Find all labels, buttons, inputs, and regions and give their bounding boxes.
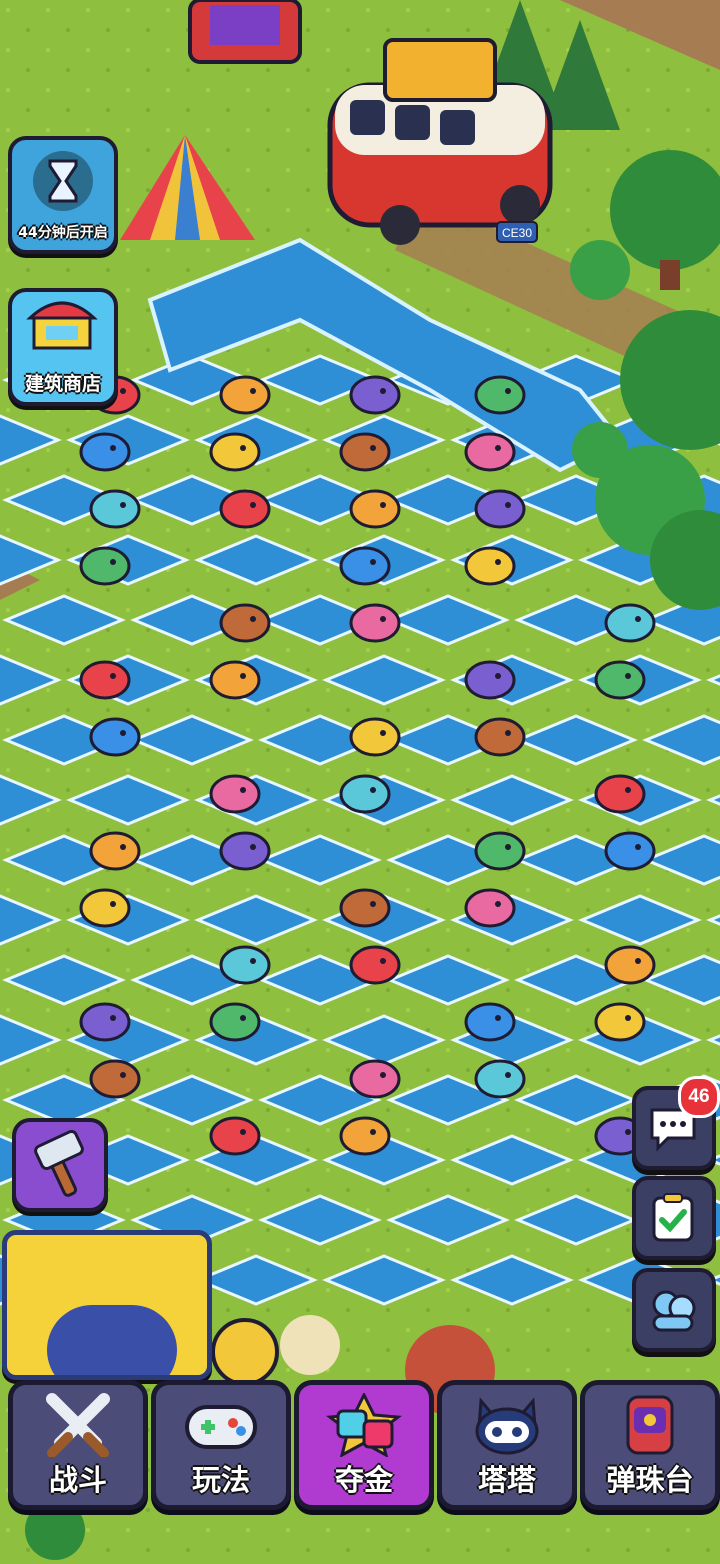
tab-gold-rush[interactable]: 夺金 [294,1380,434,1510]
monster-creature[interactable] [339,546,391,586]
monster-creature[interactable] [464,432,516,472]
monster-creature[interactable] [349,945,401,985]
monster-creature[interactable] [349,603,401,643]
gold-rush-icon [326,1393,402,1457]
monster-creature[interactable] [604,945,656,985]
monster-creature[interactable] [209,1002,261,1042]
monster-creature[interactable] [464,888,516,928]
van-plate: CE30 [502,226,532,240]
monster-creature[interactable] [474,489,526,529]
monster-creature[interactable] [474,1059,526,1099]
shop-icon [26,301,98,350]
monster-creature[interactable] [474,717,526,757]
chat-unread-badge: 46 [678,1076,720,1118]
monster-creature[interactable] [209,432,261,472]
robot-cat-icon [475,1397,539,1455]
monster-creature[interactable] [474,831,526,871]
monster-creature[interactable] [604,603,656,643]
gamepad-icon [185,1405,257,1449]
monster-creature[interactable] [339,774,391,814]
friends-icon [652,1290,696,1332]
monster-creature[interactable] [594,774,646,814]
monster-creature[interactable] [79,546,131,586]
monster-creature[interactable] [79,432,131,472]
monster-creature[interactable] [79,1002,131,1042]
monster-creature[interactable] [349,489,401,529]
monster-creature[interactable] [464,546,516,586]
tab-battle[interactable]: 战斗 [8,1380,148,1510]
monster-creature[interactable] [349,717,401,757]
monster-creature[interactable] [349,375,401,415]
friends-button[interactable] [632,1268,716,1352]
monster-creature[interactable] [349,1059,401,1099]
monster-creature[interactable] [209,1116,261,1156]
monster-creature[interactable] [209,774,261,814]
treasure-preview [47,1305,177,1375]
monster-creature[interactable] [219,489,271,529]
monster-creature[interactable] [219,375,271,415]
tab-gameplay[interactable]: 玩法 [151,1380,291,1510]
tasks-button[interactable] [632,1176,716,1260]
tab-tata[interactable]: 塔塔 [437,1380,577,1510]
event-timer-label: 44分钟后开启 [18,225,108,241]
hourglass-icon [33,151,93,211]
building-shop-label: 建筑商店 [24,373,101,395]
monster-creature[interactable] [89,489,141,529]
treasure-map-panel[interactable] [2,1230,212,1380]
monster-creature[interactable] [464,660,516,700]
monster-creature[interactable] [339,1116,391,1156]
building-shop-button[interactable]: 建筑商店 [8,288,118,406]
event-timer-button[interactable]: 44分钟后开启 [8,136,118,254]
arcade-building[interactable] [188,0,302,64]
tab-battle-label: 战斗 [48,1463,107,1497]
tab-pinball-label: 弹珠台 [606,1463,694,1497]
tab-gameplay-label: 玩法 [191,1463,250,1497]
monster-creature[interactable] [209,660,261,700]
monster-creature[interactable] [219,945,271,985]
monster-creature[interactable] [89,1059,141,1099]
hammer-icon [34,1130,84,1197]
monster-creature[interactable] [79,888,131,928]
clipboard-check-icon [652,1193,694,1242]
monster-creature[interactable] [79,660,131,700]
hammer-build-button[interactable] [12,1118,108,1212]
pinball-icon [626,1395,674,1455]
monster-creature[interactable] [339,888,391,928]
crossed-swords-icon [46,1393,110,1457]
chat-button[interactable]: 46 [632,1076,720,1170]
monster-creature[interactable] [474,375,526,415]
monster-creature[interactable] [594,1002,646,1042]
monster-creature[interactable] [219,603,271,643]
monster-creature[interactable] [594,660,646,700]
monster-creature[interactable] [219,831,271,871]
tab-tata-label: 塔塔 [477,1463,536,1497]
bottom-navigation: 战斗 玩法 夺金 塔塔 弹珠台 [0,1372,720,1564]
monster-creature[interactable] [89,717,141,757]
tab-pinball[interactable]: 弹珠台 [580,1380,720,1510]
monster-creature[interactable] [604,831,656,871]
monster-creature[interactable] [464,1002,516,1042]
monster-creature[interactable] [89,831,141,871]
tab-gold-rush-label: 夺金 [334,1463,393,1497]
monster-creature[interactable] [339,432,391,472]
